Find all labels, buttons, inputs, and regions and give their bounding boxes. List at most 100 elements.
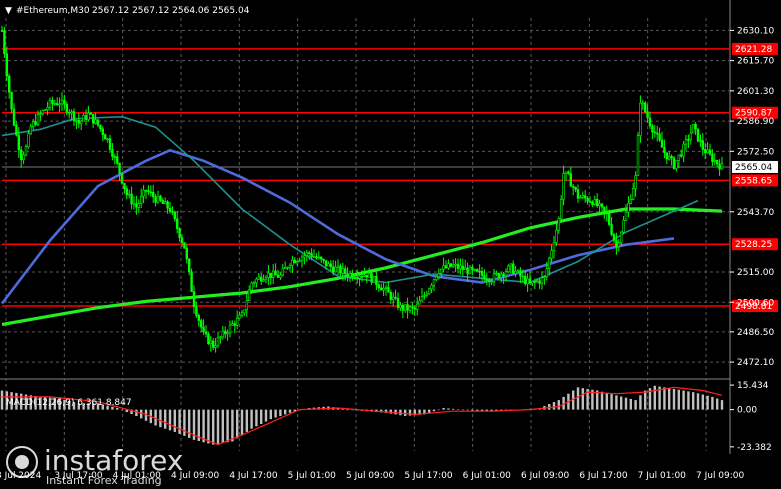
candle-body (351, 273, 354, 278)
candle-body (144, 189, 148, 192)
candle-body (523, 275, 527, 285)
candle-body (250, 282, 253, 291)
candle-body (252, 282, 256, 285)
candle-body (643, 102, 647, 113)
y-tick-label: 2630.10 (737, 26, 774, 36)
candle-body (147, 190, 150, 193)
candle-body (130, 193, 133, 205)
macd-histogram-bar (581, 388, 584, 410)
candle-body (504, 271, 508, 277)
candle-body (180, 237, 184, 243)
candle-body (89, 112, 93, 115)
level-label: 2621.28 (735, 45, 772, 55)
candle-body (480, 271, 484, 276)
candle-body (353, 277, 356, 279)
candle-body (92, 114, 95, 124)
macd-histogram-bar (711, 396, 714, 410)
candle-body (58, 103, 61, 106)
candle-body (497, 273, 500, 278)
symbol-label: #Ethereum,M30 (16, 6, 90, 16)
macd-histogram-bar (466, 409, 469, 411)
candle-body (334, 266, 337, 273)
candle-body (262, 279, 265, 282)
candle-body (343, 268, 347, 275)
candle-body (70, 111, 73, 114)
candle-body (370, 272, 373, 283)
candle-body (226, 332, 229, 335)
candle-body (116, 156, 119, 164)
candle-body (10, 91, 13, 110)
candle-body (394, 296, 397, 299)
candle-body (307, 252, 311, 255)
candle-body (214, 345, 217, 348)
candle-body (418, 300, 421, 305)
candle-body (483, 275, 486, 280)
candle-body (164, 201, 167, 204)
candle-body (499, 273, 503, 278)
macd-histogram-bar (116, 408, 119, 410)
macd-histogram-bar (442, 408, 445, 410)
macd-histogram-bar (615, 395, 618, 410)
candle-body (516, 270, 520, 272)
candle-body (209, 340, 212, 345)
candle-body (17, 134, 20, 151)
macd-histogram-bar (178, 409, 181, 434)
candle-body (403, 304, 407, 311)
candle-body (336, 265, 340, 268)
candle-body (303, 255, 306, 258)
macd-histogram-bar (226, 409, 229, 443)
x-tick-label: 6 Jul 01:00 (463, 471, 512, 481)
macd-histogram-bar (696, 393, 700, 410)
candle-body (639, 102, 642, 136)
macd-histogram-bar (663, 387, 666, 410)
macd-histogram-bar (245, 409, 248, 432)
candle-body (327, 263, 330, 267)
macd-tick-label: 15.434 (737, 381, 769, 391)
macd-histogram-bar (624, 397, 628, 410)
macd-histogram-bar (216, 409, 220, 444)
macd-histogram-bar (408, 409, 412, 416)
candle-body (533, 281, 537, 283)
candle-body (19, 149, 23, 161)
candle-body (684, 139, 688, 145)
candle-body (288, 264, 292, 268)
candle-body (509, 263, 512, 267)
y-tick-label: 2472.10 (737, 358, 774, 368)
candle-body (178, 228, 181, 239)
macd-histogram-bar (600, 391, 604, 410)
y-tick-label: 2572.50 (737, 147, 774, 157)
candle-body (3, 30, 6, 55)
candle-body (670, 156, 673, 159)
x-tick-label: 5 Jul 17:00 (404, 471, 453, 481)
candle-body (77, 120, 81, 124)
candle-body (389, 292, 392, 300)
candle-body (24, 146, 28, 156)
candle-body (264, 277, 268, 280)
candle-body (432, 279, 436, 286)
candle-body (324, 260, 328, 267)
candle-body (569, 173, 573, 187)
candle-body (55, 103, 59, 106)
candle-body (94, 119, 97, 124)
candle-body (365, 274, 368, 278)
candle-body (156, 195, 160, 203)
candle-body (190, 271, 193, 292)
candle-body (104, 134, 107, 140)
macd-histogram-bar (605, 392, 608, 410)
chart-dropdown-icon[interactable]: ▼ (5, 6, 12, 16)
macd-histogram-bar (629, 398, 632, 410)
candle-body (420, 296, 424, 302)
candle-body (466, 267, 469, 275)
candle-body (207, 333, 210, 345)
macd-histogram-bar (620, 396, 623, 410)
candle-body (715, 160, 719, 165)
macd-histogram-bar (432, 409, 436, 412)
candle-body (221, 330, 224, 338)
candle-body (168, 207, 172, 212)
candle-body (375, 275, 378, 286)
candle-body (689, 132, 693, 141)
macd-histogram-bar (120, 409, 124, 411)
candle-body (276, 274, 280, 278)
candle-body (305, 252, 308, 256)
candle-body (360, 275, 364, 278)
